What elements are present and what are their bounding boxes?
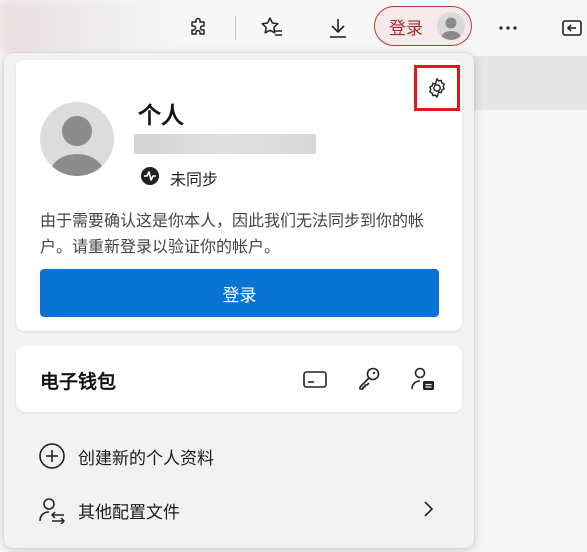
profile-flyout: 个人 未同步 由于需要确认这是你本人，因此我们无法同步到你的帐户。请重新登录以验… — [4, 53, 474, 548]
add-circle-icon — [38, 442, 66, 470]
star-list-icon — [261, 17, 282, 36]
person-icon — [50, 116, 104, 176]
signin-profile-button[interactable]: 登录 — [374, 6, 472, 46]
puzzle-icon — [191, 17, 205, 35]
passwords-button[interactable] — [354, 364, 384, 394]
credit-card-icon — [303, 371, 327, 388]
sidebar-toggle-button[interactable] — [553, 10, 587, 46]
create-profile-item[interactable]: 创建新的个人资料 — [4, 433, 474, 477]
person-icon — [441, 17, 461, 40]
other-profiles-label: 其他配置文件 — [78, 503, 180, 523]
profile-settings-button[interactable] — [414, 65, 460, 111]
tab-strip-blurred — [0, 0, 180, 52]
toolbar-separator — [235, 16, 236, 40]
payment-methods-button[interactable] — [300, 364, 330, 394]
exit-sidebar-icon — [562, 20, 582, 36]
more-options-button[interactable] — [490, 10, 526, 46]
key-icon — [359, 367, 380, 390]
wallet-card[interactable]: 电子钱包 — [16, 346, 462, 412]
signin-pill-label: 登录 — [389, 18, 423, 39]
favorites-button[interactable] — [254, 10, 290, 46]
page-background-strip — [473, 56, 587, 110]
sync-paused-icon — [141, 167, 159, 185]
ellipsis-icon — [499, 26, 517, 30]
extensions-button[interactable] — [181, 10, 217, 46]
signin-button[interactable]: 登录 — [40, 269, 439, 317]
avatar-small — [437, 12, 465, 40]
downloads-button[interactable] — [320, 10, 356, 46]
download-icon — [330, 19, 346, 38]
avatar — [40, 102, 114, 176]
gear-icon — [429, 78, 445, 98]
sync-status: 未同步 — [170, 170, 219, 189]
profile-card: 个人 未同步 由于需要确认这是你本人，因此我们无法同步到你的帐户。请重新登录以验… — [16, 60, 462, 331]
person-badge-icon — [411, 367, 434, 390]
create-profile-label: 创建新的个人资料 — [78, 449, 214, 469]
browser-toolbar: 登录 — [0, 0, 587, 56]
switch-profile-icon — [38, 496, 66, 524]
chevron-right-icon — [424, 501, 434, 517]
other-profiles-item[interactable]: 其他配置文件 — [4, 487, 474, 531]
account-email-redacted — [134, 134, 316, 154]
wallet-title: 电子钱包 — [40, 371, 117, 393]
personal-info-button[interactable] — [408, 364, 438, 394]
profile-name: 个人 — [138, 103, 184, 129]
reauth-message: 由于需要确认这是你本人，因此我们无法同步到你的帐户。请重新登录以验证你的帐户。 — [40, 211, 425, 256]
